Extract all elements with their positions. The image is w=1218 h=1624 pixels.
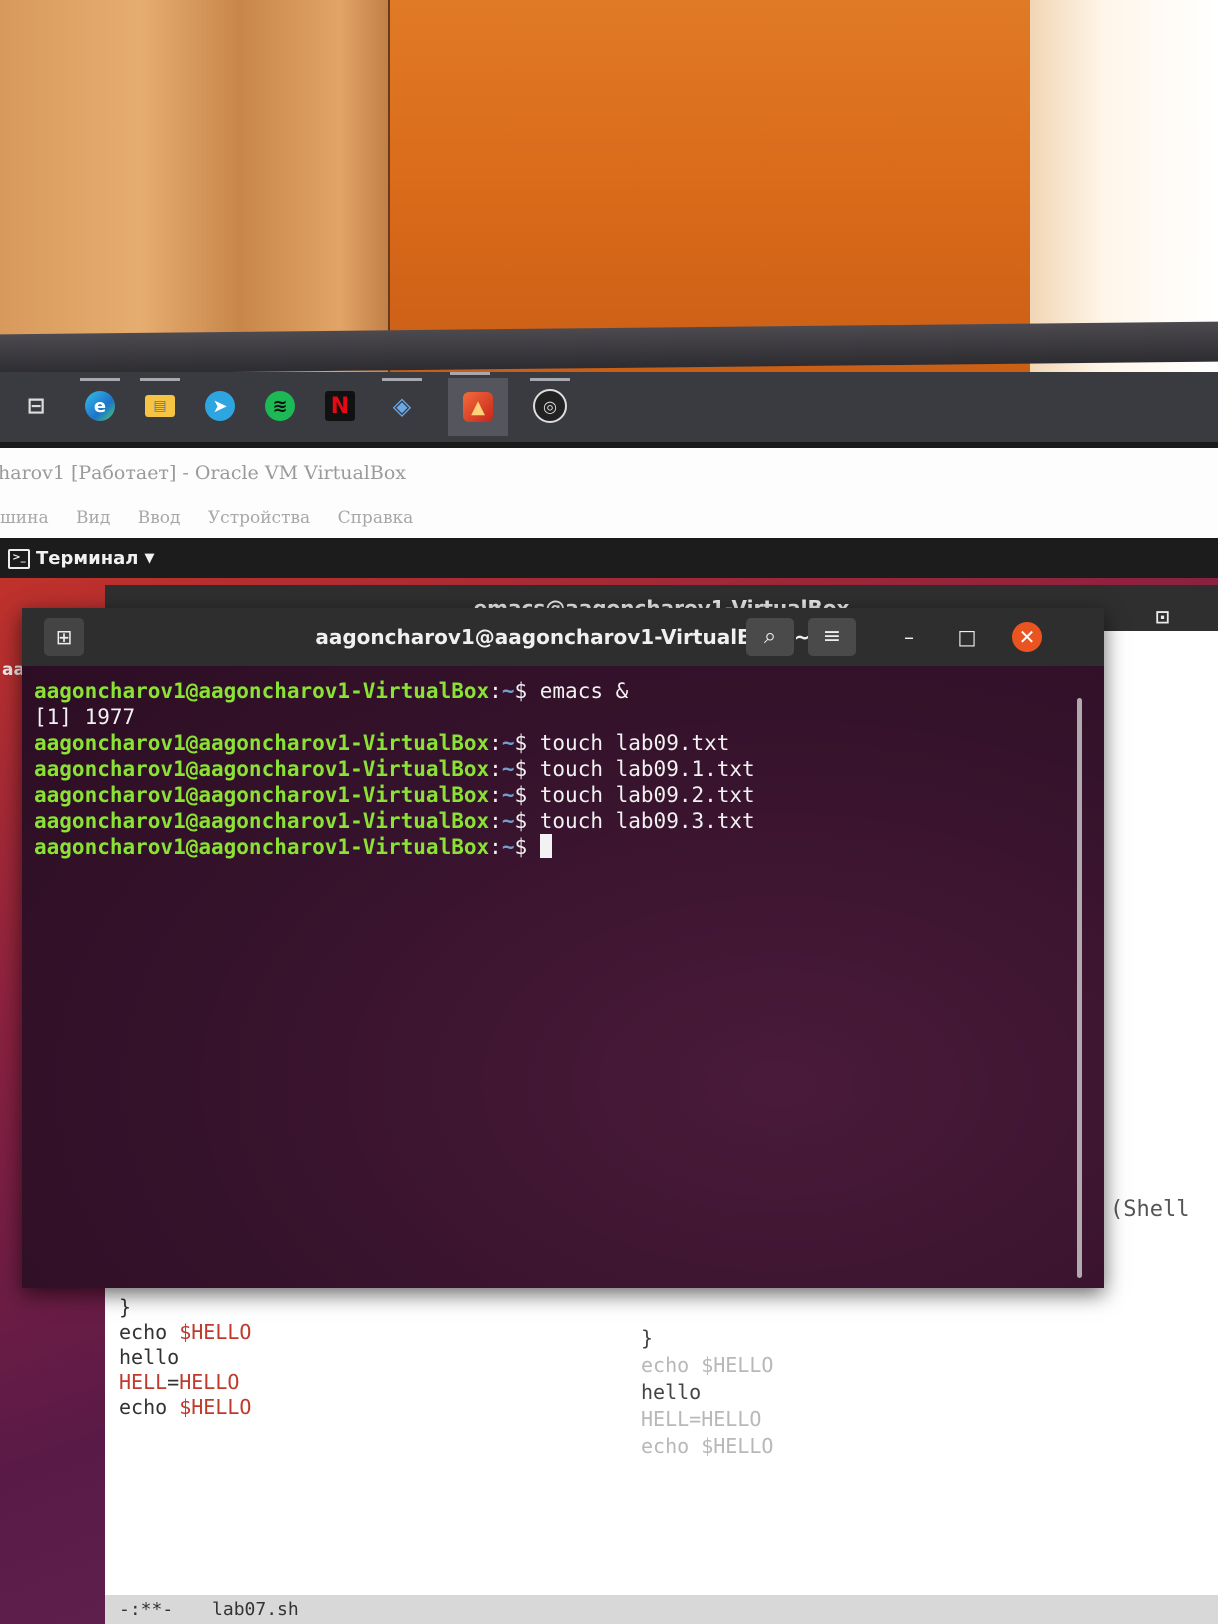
prompt-path: ~ xyxy=(501,757,515,781)
terminal-title: aagoncharov1@aagoncharov1-VirtualBox: ~ xyxy=(315,625,811,649)
prompt-path: ~ xyxy=(501,731,515,755)
close-button[interactable]: ✕ xyxy=(1012,622,1042,652)
emacs-left-buffer[interactable]: } echo $HELLO hello HELL=HELLO echo $HEL… xyxy=(119,1295,251,1420)
pin-icon[interactable]: ⊡ xyxy=(1155,595,1170,641)
terminal-line: aagoncharov1@aagoncharov1-VirtualBox:~$ … xyxy=(34,809,755,833)
command-text: touch lab09.txt xyxy=(539,731,730,755)
virtualbox-window-title: harov1 [Работает] - Oracle VM VirtualBox xyxy=(0,448,1218,498)
search-button[interactable]: ⌕ xyxy=(746,618,794,656)
photo-app-icon[interactable]: ▲ xyxy=(448,372,508,436)
prompt-user-host: aagoncharov1@aagoncharov1-VirtualBox xyxy=(34,835,490,859)
command-text: touch lab09.2.txt xyxy=(539,783,755,807)
prompt-path: ~ xyxy=(501,783,515,807)
task-view-icon[interactable]: ⊟ xyxy=(14,384,58,428)
running-indicator xyxy=(80,378,120,381)
emacs-right-buffer[interactable]: } echo $HELLO hello HELL=HELLO echo $HEL… xyxy=(641,1325,773,1460)
prompt-user-host: aagoncharov1@aagoncharov1-VirtualBox xyxy=(34,731,490,755)
telegram-icon[interactable]: ➤ xyxy=(198,384,242,428)
file-explorer-icon[interactable]: ▤ xyxy=(138,378,182,428)
terminal-line: aagoncharov1@aagoncharov1-VirtualBox:~$ … xyxy=(34,783,755,807)
virtualbox-menubar: шина Вид Ввод Устройства Справка xyxy=(0,498,1218,538)
menu-help[interactable]: Справка xyxy=(338,508,414,528)
command-text: touch lab09.1.txt xyxy=(539,757,755,781)
prompt-user-host: aagoncharov1@aagoncharov1-VirtualBox xyxy=(34,783,490,807)
running-indicator xyxy=(140,378,180,381)
terminal-line: aagoncharov1@aagoncharov1-VirtualBox:~$ xyxy=(34,834,755,860)
app-menu[interactable]: >_ Терминал ▼ xyxy=(8,540,154,578)
code-line: echo $HELLO xyxy=(641,1353,774,1377)
terminal-output[interactable]: aagoncharov1@aagoncharov1-VirtualBox:~$ … xyxy=(34,678,755,860)
windows-taskbar: ⊟ e ▤ ➤ ≋ N ◈ ▲ ◎ xyxy=(0,372,1218,442)
menu-icon: ≡ xyxy=(822,624,842,649)
chevron-down-icon: ▼ xyxy=(144,551,155,566)
orange-door xyxy=(390,0,1040,380)
menu-input[interactable]: Ввод xyxy=(138,508,181,528)
prompt-path: ~ xyxy=(501,679,515,703)
minimize-button[interactable]: – xyxy=(894,622,924,652)
prompt-path: ~ xyxy=(501,835,515,859)
text-cursor xyxy=(539,834,552,858)
prompt-user-host: aagoncharov1@aagoncharov1-VirtualBox xyxy=(34,679,490,703)
edge-icon[interactable]: e xyxy=(78,378,122,428)
prompt-path: ~ xyxy=(501,809,515,833)
terminal-scrollbar[interactable] xyxy=(1077,698,1082,1278)
maximize-button[interactable]: □ xyxy=(952,622,982,652)
hamburger-menu-button[interactable]: ≡ xyxy=(808,618,856,656)
emacs-modeline: -:**- lab07.sh xyxy=(105,1595,1218,1624)
minimize-icon: – xyxy=(904,625,914,649)
menu-machine[interactable]: шина xyxy=(0,508,49,528)
menu-view[interactable]: Вид xyxy=(76,508,110,528)
netflix-icon[interactable]: N xyxy=(318,384,362,428)
terminal-line: [1] 1977 xyxy=(34,705,136,729)
code-line: echo $HELLO xyxy=(119,1320,252,1344)
terminal-headerbar: ⊞ aagoncharov1@aagoncharov1-VirtualBox: … xyxy=(22,608,1104,666)
search-icon: ⌕ xyxy=(763,624,777,649)
app-menu-label: Терминал xyxy=(36,548,139,569)
code-line: HELL=HELLO xyxy=(119,1370,240,1394)
maximize-icon: □ xyxy=(957,625,977,649)
terminal-line: aagoncharov1@aagoncharov1-VirtualBox:~$ … xyxy=(34,679,629,703)
terminal-icon: >_ xyxy=(8,549,30,569)
command-text: touch lab09.3.txt xyxy=(539,809,755,833)
running-indicator xyxy=(382,378,422,381)
command-text: emacs & xyxy=(539,679,629,703)
code-line: hello xyxy=(119,1345,180,1369)
modeline-state: -:**- xyxy=(119,1599,174,1620)
menu-devices[interactable]: Устройства xyxy=(208,508,310,528)
ubuntu-top-bar: >_ Терминал ▼ xyxy=(0,540,1218,578)
running-indicator xyxy=(530,378,570,381)
terminal-line: aagoncharov1@aagoncharov1-VirtualBox:~$ … xyxy=(34,757,755,781)
close-icon: ✕ xyxy=(1018,625,1036,649)
terminal-window[interactable]: ⊞ aagoncharov1@aagoncharov1-VirtualBox: … xyxy=(22,608,1104,1288)
code-line: } xyxy=(641,1326,654,1350)
obs-icon[interactable]: ◎ xyxy=(528,378,572,428)
prompt-user-host: aagoncharov1@aagoncharov1-VirtualBox xyxy=(34,809,490,833)
running-indicator xyxy=(450,372,490,375)
code-line: echo $HELLO xyxy=(641,1434,774,1458)
code-line: HELL=HELLO xyxy=(641,1407,762,1431)
wood-panel xyxy=(0,0,400,380)
virtualbox-icon[interactable]: ◈ xyxy=(380,378,424,428)
window-title-text: harov1 [Работает] - Oracle VM VirtualBox xyxy=(0,462,406,484)
terminal-line: aagoncharov1@aagoncharov1-VirtualBox:~$ … xyxy=(34,731,730,755)
shell-mode-label: (Shell xyxy=(1110,1197,1190,1222)
prompt-user-host: aagoncharov1@aagoncharov1-VirtualBox xyxy=(34,757,490,781)
code-line: hello xyxy=(641,1380,702,1404)
modeline-filename: lab07.sh xyxy=(212,1599,299,1620)
spotify-icon[interactable]: ≋ xyxy=(258,384,302,428)
code-line: } xyxy=(119,1295,132,1319)
code-line: echo $HELLO xyxy=(119,1395,252,1419)
